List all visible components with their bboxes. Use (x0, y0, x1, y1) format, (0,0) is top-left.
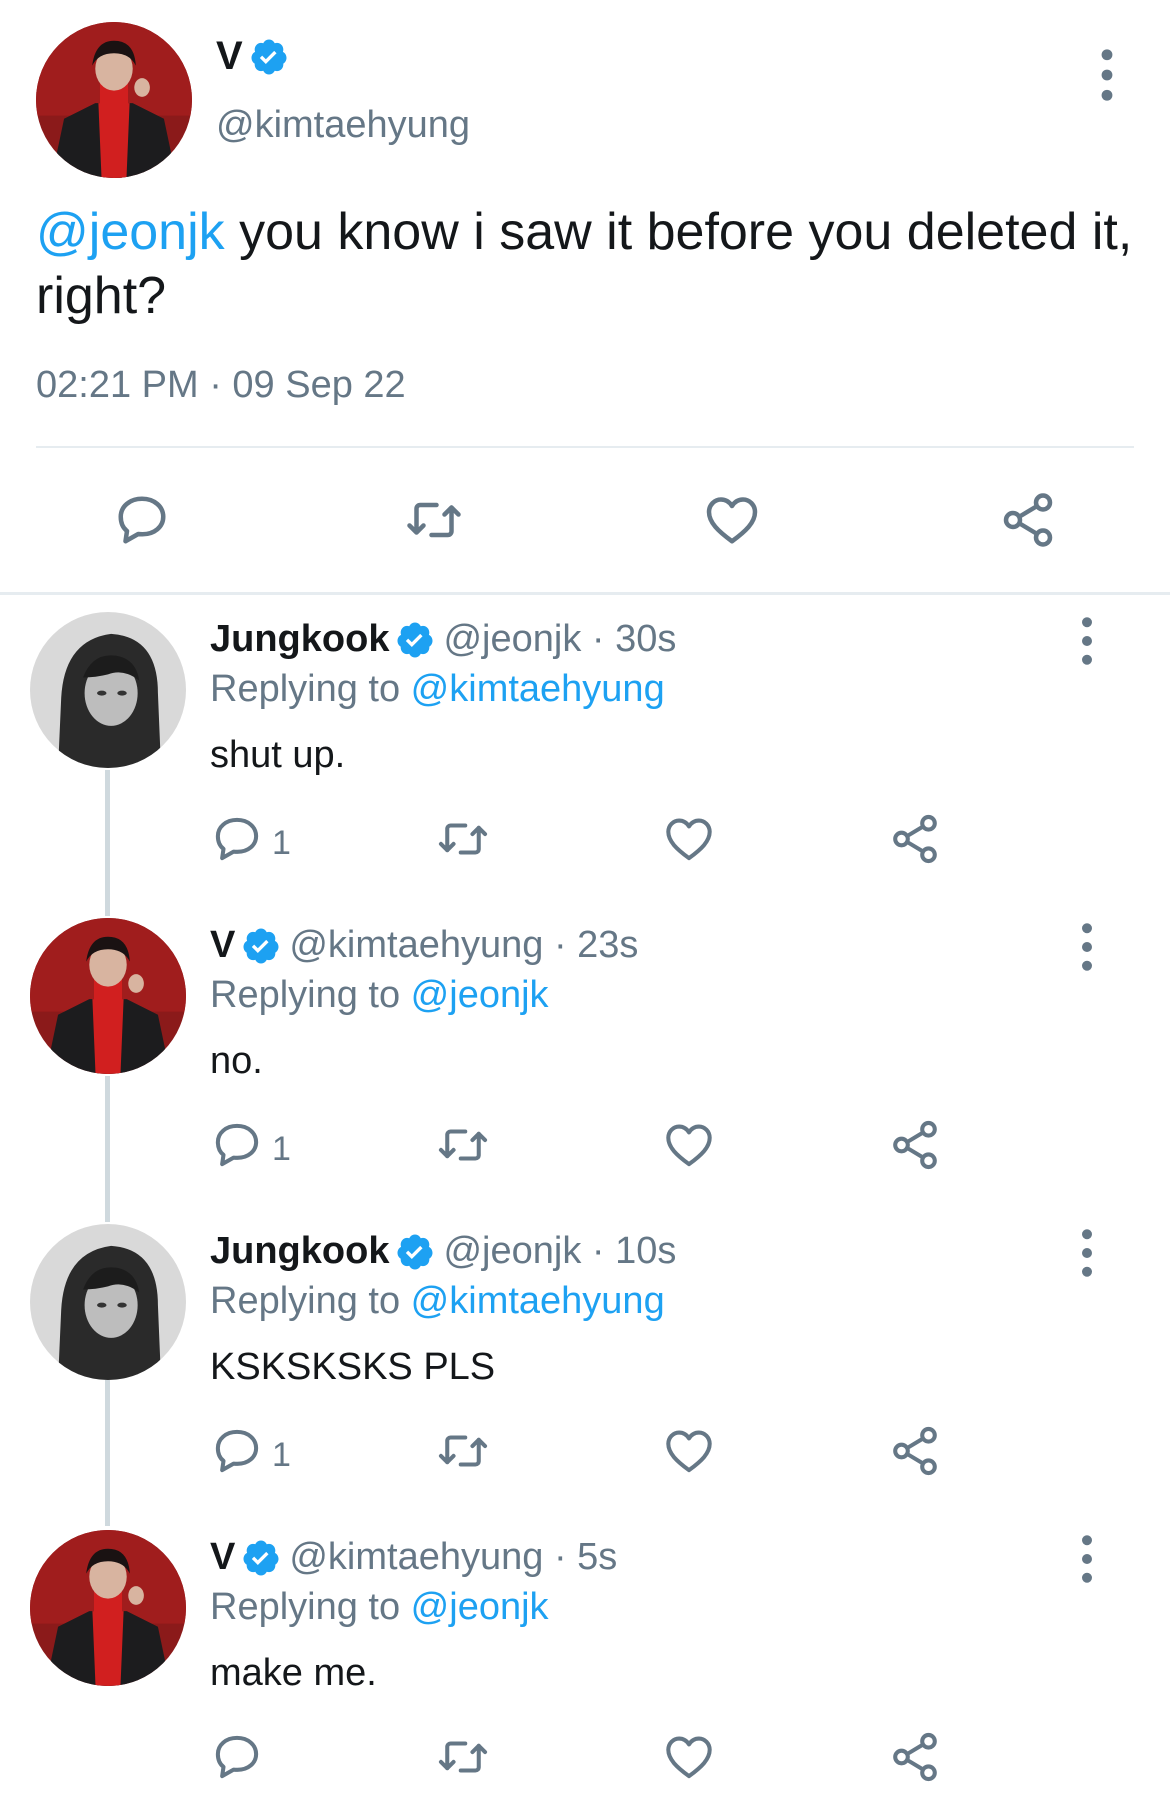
thread-line (105, 1380, 110, 1526)
verified-badge-icon (241, 1538, 281, 1578)
replying-to-mention[interactable]: @jeonjk (411, 974, 549, 1016)
reply-author-avatar[interactable] (30, 612, 186, 768)
share-icon[interactable] (888, 1730, 942, 1784)
reply-handle-time[interactable]: @kimtaehyung · 23s (289, 924, 638, 967)
reply-bubble-icon[interactable] (112, 490, 172, 550)
reply-author-name[interactable]: V (210, 924, 235, 967)
main-author-name-row[interactable]: V (216, 34, 289, 79)
reply-header: Jungkook @jeonjk · 10s (210, 1230, 676, 1273)
reply-bubble-icon[interactable] (210, 812, 264, 866)
heart-icon[interactable] (662, 1118, 716, 1172)
reply-author-avatar[interactable] (30, 1224, 186, 1380)
reply-handle-time[interactable]: @jeonjk · 10s (443, 1230, 676, 1273)
share-icon[interactable] (888, 1424, 942, 1478)
main-tweet-text: @jeonjk you know i saw it before you del… (36, 200, 1136, 328)
retweet-icon[interactable] (436, 812, 490, 866)
reply-handle-time[interactable]: @kimtaehyung · 5s (289, 1536, 617, 1579)
reply-author-avatar[interactable] (30, 1530, 186, 1686)
reply-header: Jungkook @jeonjk · 30s (210, 618, 676, 661)
replying-to-mention[interactable]: @jeonjk (411, 1586, 549, 1628)
reply-header: V @kimtaehyung · 23s (210, 924, 638, 967)
reply-bubble-icon[interactable] (210, 1424, 264, 1478)
reply-text: shut up. (210, 734, 346, 776)
more-vertical-icon[interactable] (1080, 1228, 1094, 1278)
reply-author-avatar[interactable] (30, 918, 186, 1074)
reply-author-name[interactable]: V (210, 1536, 235, 1579)
verified-badge-icon (241, 926, 281, 966)
main-tweet-timestamp[interactable]: 02:21 PM · 09 Sep 22 (36, 364, 406, 407)
reply-bubble-icon[interactable] (210, 1118, 264, 1172)
reply-text: make me. (210, 1652, 377, 1694)
main-author-name[interactable]: V (216, 34, 243, 79)
retweet-icon[interactable] (404, 490, 464, 550)
reply-text: KSKSKSKS PLS (210, 1346, 496, 1388)
reply-text: no. (210, 1040, 263, 1082)
mention-link[interactable]: @jeonjk (36, 203, 225, 261)
main-author-avatar[interactable] (36, 22, 192, 178)
verified-badge-icon (249, 37, 289, 77)
replying-to-line: Replying to @kimtaehyung (210, 668, 665, 711)
verified-badge-icon (395, 1232, 435, 1272)
share-icon[interactable] (888, 1118, 942, 1172)
heart-icon[interactable] (662, 812, 716, 866)
reply-author-name[interactable]: Jungkook (210, 618, 389, 661)
reply-author-name[interactable]: Jungkook (210, 1230, 389, 1273)
more-vertical-icon[interactable] (1080, 1534, 1094, 1584)
replying-to-line: Replying to @kimtaehyung (210, 1280, 665, 1323)
reply-bubble-icon[interactable] (210, 1730, 264, 1784)
replying-to-label: Replying to (210, 1586, 411, 1628)
replying-to-label: Replying to (210, 1280, 411, 1322)
more-vertical-icon[interactable] (1100, 48, 1114, 102)
replying-to-label: Replying to (210, 974, 411, 1016)
heart-icon[interactable] (702, 490, 762, 550)
thread-line (105, 770, 110, 916)
replying-to-mention[interactable]: @kimtaehyung (411, 668, 665, 710)
reply-count: 1 (272, 1130, 291, 1168)
reply-count: 1 (272, 1436, 291, 1474)
retweet-icon[interactable] (436, 1424, 490, 1478)
reply-header: V @kimtaehyung · 5s (210, 1536, 617, 1579)
heart-icon[interactable] (662, 1730, 716, 1784)
reply-handle-time[interactable]: @jeonjk · 30s (443, 618, 676, 661)
heart-icon[interactable] (662, 1424, 716, 1478)
replying-to-label: Replying to (210, 668, 411, 710)
retweet-icon[interactable] (436, 1118, 490, 1172)
share-icon[interactable] (998, 490, 1058, 550)
replying-to-mention[interactable]: @kimtaehyung (411, 1280, 665, 1322)
main-author-handle[interactable]: @kimtaehyung (216, 104, 470, 147)
section-divider (0, 592, 1170, 595)
replying-to-line: Replying to @jeonjk (210, 1586, 549, 1629)
divider (36, 446, 1134, 448)
replying-to-line: Replying to @jeonjk (210, 974, 549, 1017)
share-icon[interactable] (888, 812, 942, 866)
retweet-icon[interactable] (436, 1730, 490, 1784)
thread-line (105, 1076, 110, 1222)
reply-count: 1 (272, 824, 291, 862)
more-vertical-icon[interactable] (1080, 922, 1094, 972)
verified-badge-icon (395, 620, 435, 660)
more-vertical-icon[interactable] (1080, 616, 1094, 666)
